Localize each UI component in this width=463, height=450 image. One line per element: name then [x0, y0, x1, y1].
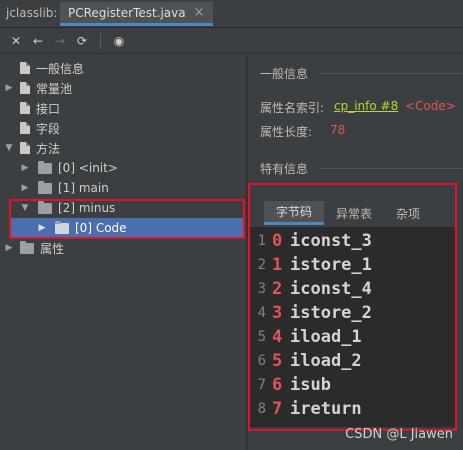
close-icon[interactable]: ×: [194, 5, 205, 20]
section-divider: [320, 73, 463, 74]
length-label: 属性长度:: [260, 125, 313, 139]
specific-info-tabs: 字节码 异常表 杂项: [264, 201, 432, 225]
file-icon: [20, 62, 30, 74]
bytecode-panel-highlight: 字节码 异常表 杂项 1 0 iconst_3 2 1 istore_1 3 2…: [248, 183, 457, 431]
opcode: istore_1: [290, 255, 372, 275]
watermark: CSDN @L Jiawen: [345, 427, 453, 442]
cp-info-link[interactable]: cp_info #8: [334, 99, 398, 113]
tree-item-method-init[interactable]: ▶ [0] <init>: [20, 158, 118, 178]
tree-item-label: [1] main: [58, 181, 109, 195]
tab-pcregistertest[interactable]: PCRegisterTest.java ×: [60, 2, 213, 26]
expand-arrow-icon[interactable]: ▶: [20, 183, 30, 193]
refresh-icon[interactable]: ⟳: [72, 31, 92, 51]
line-number: 7: [257, 377, 266, 393]
folder-icon: [55, 220, 69, 234]
line-number: 5: [257, 329, 266, 345]
folder-icon: [38, 180, 52, 194]
tree-item-label: [2] minus: [58, 201, 116, 215]
tree-item-constant-pool[interactable]: ▶ 常量池: [4, 78, 72, 98]
forward-arrow-icon[interactable]: →: [50, 31, 70, 51]
pc-offset: 3: [272, 303, 283, 323]
general-info-title: 一般信息: [260, 67, 309, 81]
opcode: iconst_4: [290, 279, 372, 299]
bytecode-line: 1 0 iconst_3: [250, 229, 372, 253]
opcode: iload_2: [290, 351, 362, 371]
bytecode-line: 3 2 iconst_4: [250, 277, 372, 301]
expand-arrow-icon[interactable]: ▶: [4, 243, 14, 253]
expand-arrow-icon[interactable]: ▶: [4, 83, 14, 93]
tree-item-label: 字段: [36, 121, 61, 136]
close-icon[interactable]: ✕: [6, 31, 26, 51]
line-number: 3: [257, 281, 266, 297]
app-label: jclasslib:: [6, 6, 58, 20]
browser-icon[interactable]: ◉: [109, 31, 129, 51]
bytecode-line: 5 4 iload_1: [250, 325, 362, 349]
specific-info-title: 特有信息: [260, 162, 309, 176]
tree-item-attributes[interactable]: ▶ 属性: [4, 238, 64, 258]
tree-item-label: 方法: [36, 141, 61, 156]
folder-icon: [38, 160, 52, 174]
bytecode-line: 2 1 istore_1: [250, 253, 372, 277]
editor-tab-bar: jclasslib: PCRegisterTest.java ×: [0, 0, 463, 28]
pc-offset: 1: [272, 255, 283, 275]
line-number: 1: [257, 233, 266, 249]
pc-offset: 2: [272, 279, 283, 299]
opcode: isub: [290, 375, 331, 395]
collapse-arrow-icon[interactable]: ▼: [20, 203, 30, 213]
tab-exception-table[interactable]: 异常表: [324, 201, 384, 225]
tree-item-label: [0] Code: [75, 221, 127, 235]
opcode: istore_2: [290, 303, 372, 323]
bytecode-line: 6 5 iload_2: [250, 349, 362, 373]
collapse-arrow-icon[interactable]: ▼: [4, 143, 14, 153]
pc-offset: 6: [272, 375, 283, 395]
tree-item-label: 一般信息: [36, 61, 85, 76]
tree-item-general[interactable]: 一般信息: [20, 58, 84, 78]
pc-offset: 4: [272, 327, 283, 347]
expand-arrow-icon[interactable]: ▶: [37, 223, 47, 233]
file-icon: [20, 102, 30, 114]
section-divider: [320, 168, 463, 169]
tree-item-fields[interactable]: 字段: [20, 118, 60, 138]
opcode: iload_1: [290, 327, 362, 347]
line-number: 8: [257, 401, 266, 417]
pc-offset: 0: [272, 231, 283, 251]
file-icon: [20, 142, 30, 154]
tree-item-label: 接口: [36, 101, 61, 116]
back-arrow-icon[interactable]: ←: [28, 31, 48, 51]
tree-item-label: 常量池: [36, 81, 73, 96]
tree-item-method-minus[interactable]: ▼ [2] minus: [20, 198, 115, 218]
line-number: 2: [257, 257, 266, 273]
pc-offset: 7: [272, 399, 283, 419]
pc-offset: 5: [272, 351, 283, 371]
tree-item-label: 属性: [40, 241, 65, 256]
bytecode-line: 7 6 isub: [250, 373, 331, 397]
tree-item-interfaces[interactable]: 接口: [20, 98, 60, 118]
file-icon: [20, 82, 30, 94]
toolbar-separator: [100, 32, 101, 49]
line-number: 6: [257, 353, 266, 369]
folder-icon: [38, 200, 52, 214]
tab-label: PCRegisterTest.java: [68, 5, 186, 20]
tab-bytecode[interactable]: 字节码: [264, 201, 325, 225]
file-icon: [20, 122, 30, 134]
opcode: ireturn: [290, 399, 362, 419]
tree-item-method-main[interactable]: ▶ [1] main: [20, 178, 109, 198]
bytecode-line: 8 7 ireturn: [250, 397, 362, 421]
tree-item-label: [0] <init>: [58, 161, 118, 175]
bytecode-listing[interactable]: 1 0 iconst_3 2 1 istore_1 3 2 iconst_4 4…: [250, 227, 455, 427]
expand-arrow-icon[interactable]: ▶: [20, 163, 30, 173]
bytecode-line: 4 3 istore_2: [250, 301, 372, 325]
name-index-label: 属性名索引:: [260, 101, 325, 115]
line-number: 4: [257, 305, 266, 321]
class-structure-tree: 一般信息 ▶ 常量池 接口 字段 ▼ 方法 ▶ [0] <init> ▶ [1]…: [0, 56, 246, 450]
toolbar: ✕ ← → ⟳ ◉: [0, 28, 463, 54]
folder-icon: [20, 240, 34, 254]
name-index-value: <Code>: [405, 99, 456, 113]
tab-misc[interactable]: 杂项: [384, 201, 432, 225]
tree-item-code[interactable]: ▶ [0] Code: [11, 218, 244, 238]
length-value: 78: [330, 123, 346, 137]
opcode: iconst_3: [290, 231, 372, 251]
tree-item-methods[interactable]: ▼ 方法: [4, 138, 60, 158]
